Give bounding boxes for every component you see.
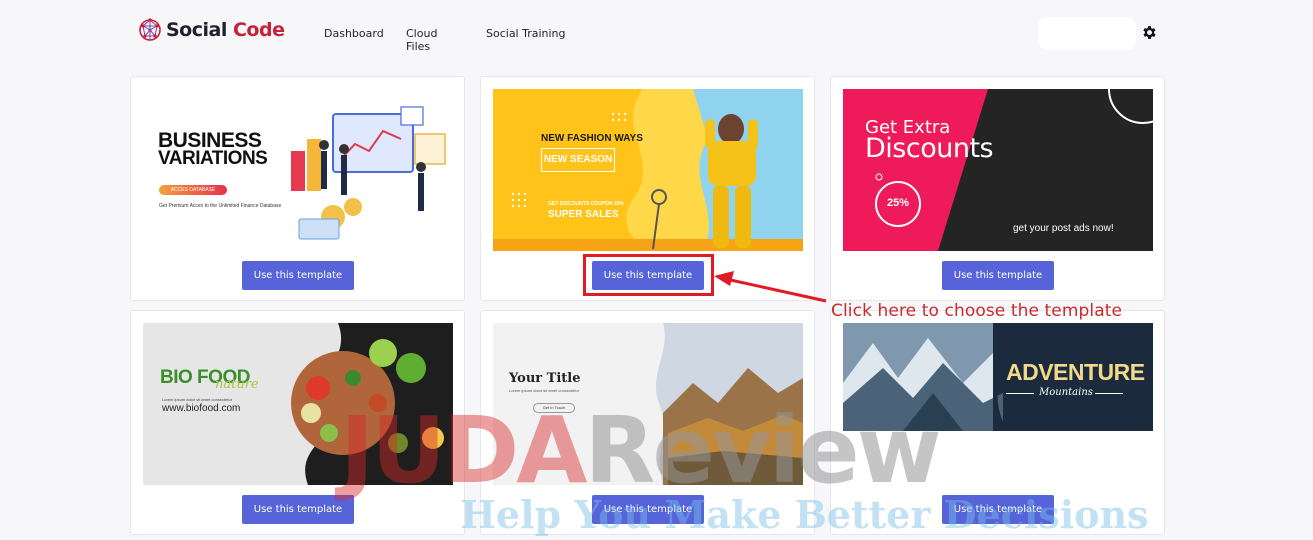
preview-script: Mountains bbox=[1039, 387, 1093, 398]
template-preview[interactable]: BUSINESS VARIATIONS ACCES DATABASE Get P… bbox=[143, 89, 453, 251]
preview-pill: ACCES DATABASE bbox=[159, 185, 227, 195]
watermark-main-gray: Review bbox=[584, 397, 942, 504]
preview-headline: ADVENTURE bbox=[1006, 359, 1145, 385]
preview-divider-right bbox=[1095, 393, 1123, 394]
preview-url: www.biofood.com bbox=[162, 403, 241, 414]
top-bar: Social Code Dashboard Cloud Files Social… bbox=[0, 0, 1313, 66]
gear-icon[interactable] bbox=[1141, 24, 1158, 41]
nav-dashboard[interactable]: Dashboard bbox=[324, 27, 384, 40]
business-illustration bbox=[291, 106, 446, 240]
fashion-illustration bbox=[493, 89, 803, 251]
use-template-button[interactable]: Use this template bbox=[242, 495, 354, 524]
watermark-main: JUDAReview bbox=[340, 405, 942, 497]
preview-line: GET DISCOUNTS COUPON 20% bbox=[548, 201, 624, 207]
preview-divider-left bbox=[1006, 393, 1034, 394]
template-card-discounts: Get Extra Discounts 25% get your post ad… bbox=[830, 76, 1165, 301]
watermark-tagline: Help You Make Better Decisions bbox=[460, 492, 1149, 537]
preview-sale: SUPER SALES bbox=[548, 209, 619, 220]
preview-headline-2: Discounts bbox=[865, 133, 994, 164]
nav-social-training[interactable]: Social Training bbox=[486, 27, 566, 40]
logo[interactable]: Social Code bbox=[138, 16, 285, 44]
preview-badge: NEW SEASON bbox=[541, 148, 615, 172]
use-template-button[interactable]: Use this template bbox=[942, 261, 1054, 290]
logo-text-code: Code bbox=[232, 19, 285, 41]
network-globe-icon bbox=[139, 18, 161, 41]
use-template-button[interactable]: Use this template bbox=[242, 261, 354, 290]
arrow-icon bbox=[714, 271, 827, 303]
preview-headline: Your Title bbox=[509, 371, 581, 386]
preview-caption: Lorem ipsum dolor sit amet consectetur bbox=[509, 388, 580, 393]
watermark-main-red: JUDA bbox=[340, 397, 588, 504]
logo-text-social: Social bbox=[166, 19, 227, 41]
annotation-text: Click here to choose the template bbox=[831, 301, 1123, 321]
template-card-business: BUSINESS VARIATIONS ACCES DATABASE Get P… bbox=[130, 76, 465, 301]
preview-caption: Get Premium Acces to the Unlimited Finan… bbox=[159, 203, 282, 209]
highlight-box bbox=[583, 254, 714, 296]
preview-percent: 25% bbox=[886, 197, 910, 209]
user-menu[interactable] bbox=[1038, 17, 1136, 50]
preview-script: nature bbox=[215, 377, 259, 392]
preview-headline-2: VARIATIONS bbox=[158, 148, 268, 169]
preview-caption: Lorem ipsum dolor sit amet consectetur bbox=[162, 397, 233, 402]
preview-headline: NEW FASHION WAYS bbox=[541, 133, 643, 144]
preview-cta: get your post ads now! bbox=[1013, 223, 1114, 234]
nav-cloud-files[interactable]: Cloud Files bbox=[406, 27, 437, 53]
logo-text: Social Code bbox=[166, 19, 285, 41]
template-preview[interactable]: NEW FASHION WAYS NEW SEASON GET DISCOUNT… bbox=[493, 89, 803, 251]
template-preview[interactable]: Get Extra Discounts 25% get your post ad… bbox=[843, 89, 1153, 251]
